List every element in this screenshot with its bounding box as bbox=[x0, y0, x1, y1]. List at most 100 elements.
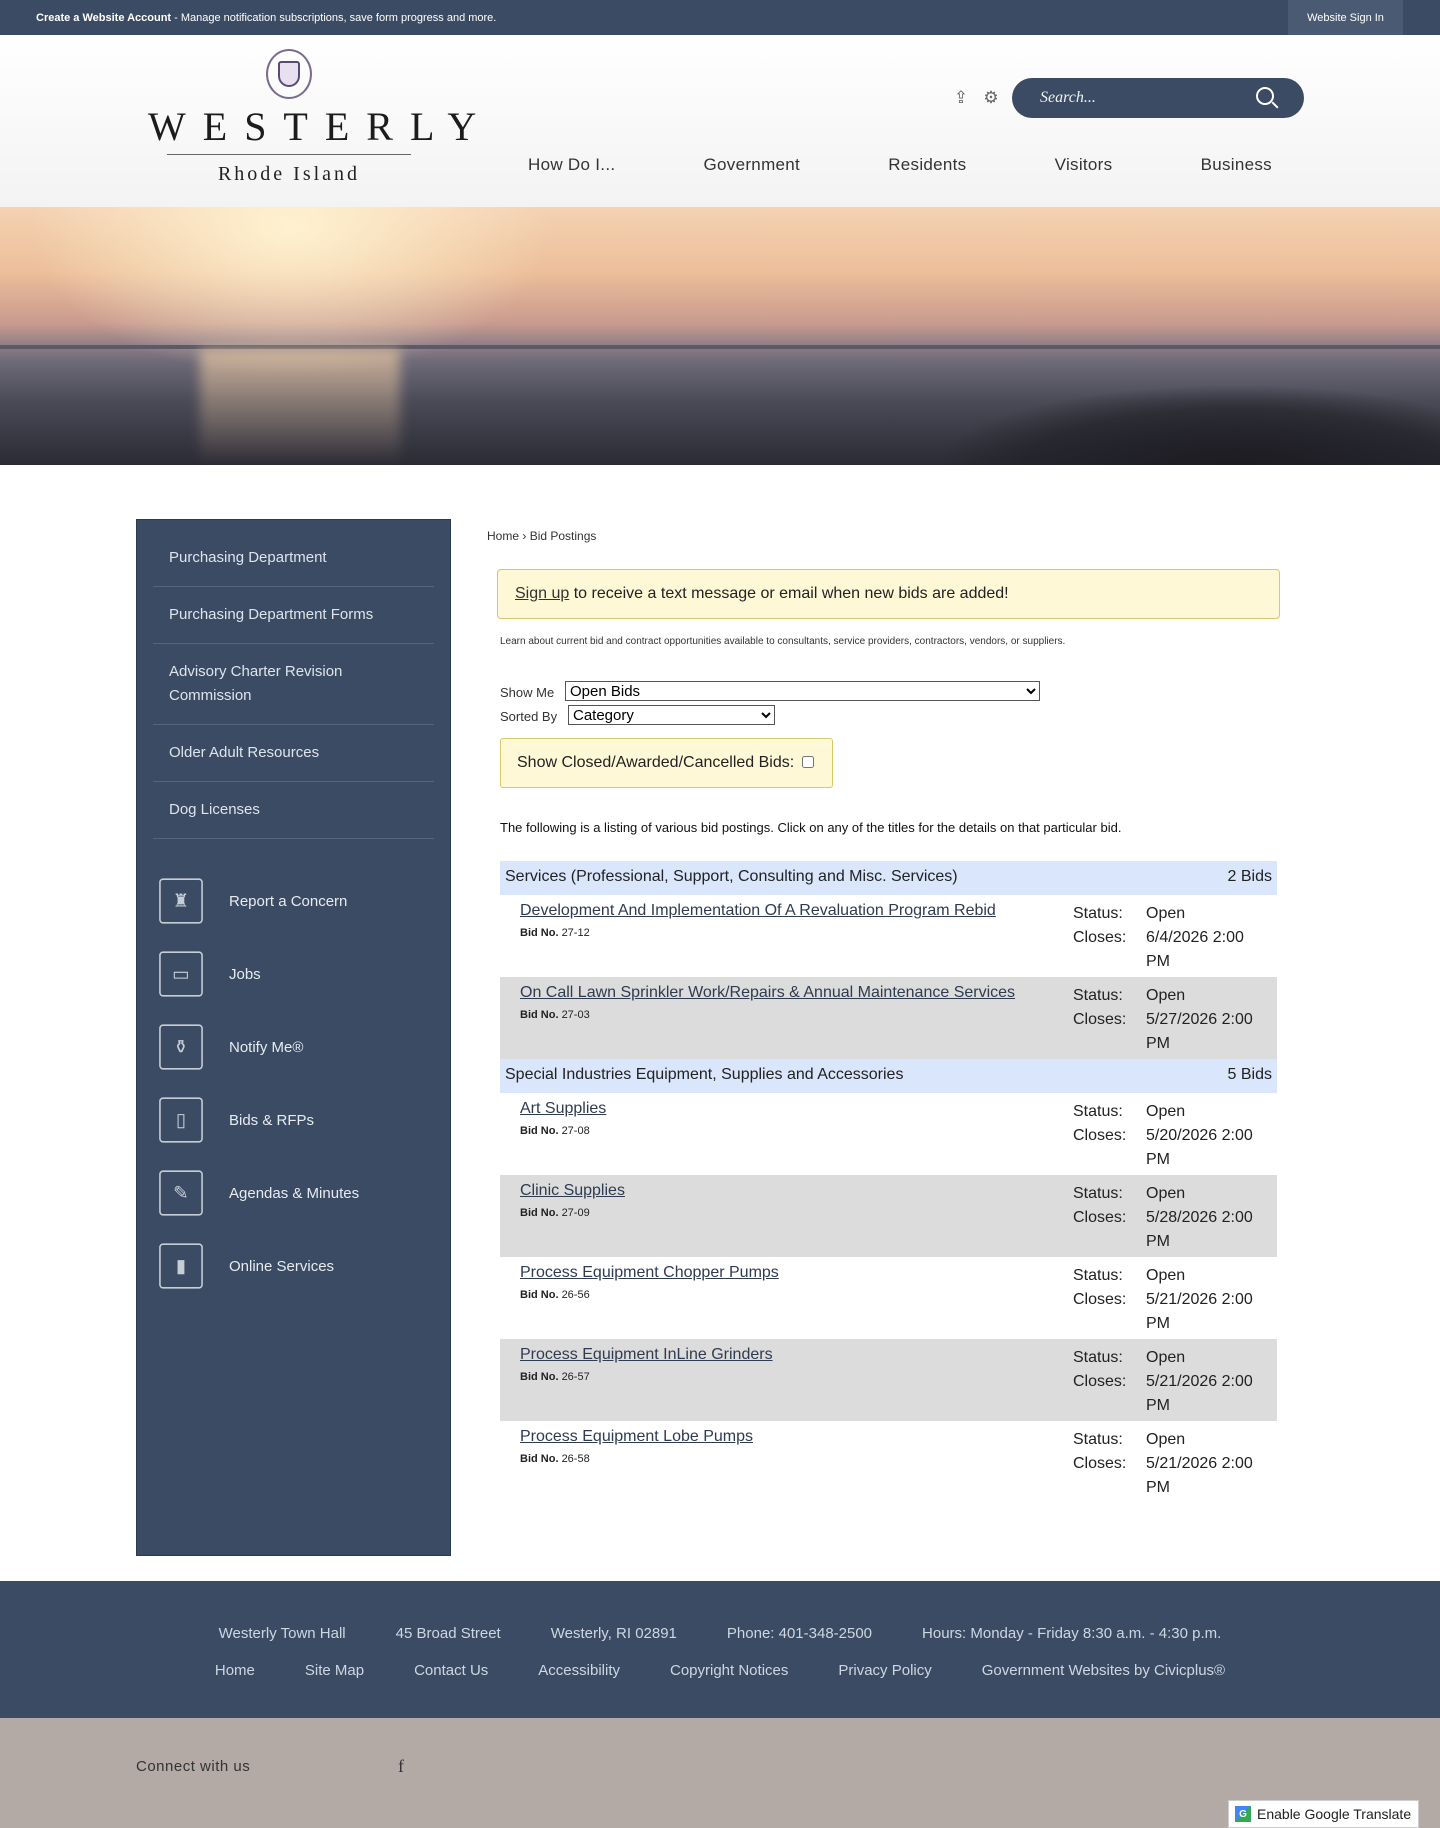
sidebar-item-dog-licenses[interactable]: Dog Licenses bbox=[153, 782, 434, 839]
share-icon[interactable]: ⇪ bbox=[951, 88, 971, 108]
bid-title-link[interactable]: Development And Implementation Of A Reva… bbox=[520, 902, 996, 920]
sidebar-item-purchasing-forms[interactable]: Purchasing Department Forms bbox=[153, 587, 434, 644]
breadcrumb-separator: › bbox=[519, 529, 530, 543]
quick-link-online-services[interactable]: ▮ Online Services bbox=[153, 1237, 434, 1295]
site-logo[interactable]: WESTERLY Rhode Island bbox=[134, 49, 494, 189]
nav-visitors[interactable]: Visitors bbox=[1037, 155, 1131, 175]
logo-subtitle: Rhode Island bbox=[217, 163, 361, 185]
search-input[interactable] bbox=[1040, 87, 1250, 109]
search-icon[interactable] bbox=[1256, 87, 1274, 105]
bid-status-values: Open 5/21/2026 2:00 PM bbox=[1146, 1349, 1253, 1414]
google-translate-icon: G bbox=[1235, 1806, 1251, 1822]
show-closed-box: Show Closed/Awarded/Cancelled Bids: bbox=[500, 738, 833, 788]
quick-link-jobs[interactable]: ▭ Jobs bbox=[153, 945, 434, 1003]
category-name: Special Industries Equipment, Supplies a… bbox=[505, 1066, 904, 1083]
signup-notice: Sign up to receive a text message or ema… bbox=[497, 569, 1280, 619]
footer-link-accessibility[interactable]: Accessibility bbox=[538, 1662, 620, 1679]
town-seal-icon bbox=[266, 49, 312, 99]
notice-text: to receive a text message or email when … bbox=[569, 585, 1009, 602]
quick-link-agendas-minutes[interactable]: ✎ Agendas & Minutes bbox=[153, 1164, 434, 1222]
bid-row: Process Equipment InLine Grinders Bid No… bbox=[500, 1339, 1277, 1421]
bid-number: Bid No. 26-58 bbox=[520, 1453, 590, 1465]
header: WESTERLY Rhode Island ⇪ ⚙ How Do I... Go… bbox=[0, 35, 1440, 207]
bid-title-link[interactable]: Clinic Supplies bbox=[520, 1182, 625, 1200]
nav-how-do-i[interactable]: How Do I... bbox=[510, 155, 633, 175]
footer-link-privacy[interactable]: Privacy Policy bbox=[838, 1662, 931, 1679]
intro-text: Learn about current bid and contract opp… bbox=[500, 636, 1066, 647]
quick-link-label: Online Services bbox=[229, 1257, 335, 1275]
footer-hours: Hours: Monday - Friday 8:30 a.m. - 4:30 … bbox=[922, 1625, 1222, 1642]
google-translate-button[interactable]: G Enable Google Translate bbox=[1228, 1800, 1419, 1828]
google-translate-label: Enable Google Translate bbox=[1257, 1806, 1412, 1822]
bid-status-values: Open 5/28/2026 2:00 PM bbox=[1146, 1185, 1253, 1250]
logo-title: WESTERLY bbox=[148, 104, 494, 149]
footer-town-hall: Westerly Town Hall bbox=[218, 1625, 346, 1642]
logo-divider bbox=[167, 154, 411, 155]
quick-link-bids-rfps[interactable]: ▯ Bids & RFPs bbox=[153, 1091, 434, 1149]
sidebar-item-purchasing-department[interactable]: Purchasing Department bbox=[153, 530, 434, 587]
bid-title-link[interactable]: Art Supplies bbox=[520, 1100, 606, 1118]
bid-number: Bid No. 27-03 bbox=[520, 1009, 590, 1021]
bid-row: On Call Lawn Sprinkler Work/Repairs & An… bbox=[500, 977, 1277, 1059]
bid-title-link[interactable]: On Call Lawn Sprinkler Work/Repairs & An… bbox=[520, 984, 1015, 1002]
bid-status-values: Open 5/20/2026 2:00 PM bbox=[1146, 1103, 1253, 1168]
category-count: 5 Bids bbox=[1227, 1066, 1272, 1083]
footer-city: Westerly, RI 02891 bbox=[550, 1625, 677, 1642]
sorted-by-label: Sorted By bbox=[500, 709, 558, 724]
bid-title-link[interactable]: Process Equipment Chopper Pumps bbox=[520, 1264, 779, 1282]
create-account-link[interactable]: Create a Website Account bbox=[36, 12, 171, 24]
sidebar-item-advisory-charter[interactable]: Advisory Charter Revision Commission bbox=[153, 644, 434, 725]
quick-link-label: Report a Concern bbox=[229, 892, 348, 910]
quick-link-report-concern[interactable]: ♜ Report a Concern bbox=[153, 872, 434, 930]
bid-status-labels: Status: Closes: bbox=[1073, 1431, 1127, 1472]
facebook-icon[interactable]: f bbox=[398, 1756, 404, 1777]
show-me-select[interactable]: Open Bids bbox=[565, 681, 1040, 701]
category-name: Services (Professional, Support, Consult… bbox=[505, 868, 958, 885]
bid-number: Bid No. 26-57 bbox=[520, 1371, 590, 1383]
breadcrumb-home[interactable]: Home bbox=[487, 529, 519, 543]
show-me-label: Show Me bbox=[500, 685, 555, 700]
category-header: Special Industries Equipment, Supplies a… bbox=[500, 1059, 1277, 1093]
nav-business[interactable]: Business bbox=[1183, 155, 1290, 175]
bid-status-labels: Status: Closes: bbox=[1073, 1103, 1127, 1144]
footer-link-contact-us[interactable]: Contact Us bbox=[414, 1662, 488, 1679]
bid-number: Bid No. 27-08 bbox=[520, 1125, 590, 1137]
footer-link-civicplus[interactable]: Government Websites by Civicplus® bbox=[982, 1662, 1225, 1679]
bid-status-values: Open 5/21/2026 2:00 PM bbox=[1146, 1267, 1253, 1332]
website-sign-in-button[interactable]: Website Sign In bbox=[1288, 0, 1403, 35]
bid-row: Process Equipment Lobe Pumps Bid No. 26-… bbox=[500, 1421, 1277, 1503]
sidebar: Purchasing Department Purchasing Departm… bbox=[136, 519, 451, 1556]
footer-link-site-map[interactable]: Site Map bbox=[305, 1662, 364, 1679]
bid-status-values: Open 5/21/2026 2:00 PM bbox=[1146, 1431, 1253, 1496]
bid-status-labels: Status: Closes: bbox=[1073, 1349, 1127, 1390]
phone-icon: ▮ bbox=[159, 1243, 203, 1289]
show-closed-label: Show Closed/Awarded/Cancelled Bids: bbox=[517, 754, 795, 771]
footer-phone[interactable]: Phone: 401-348-2500 bbox=[727, 1625, 872, 1642]
sign-up-link[interactable]: Sign up bbox=[515, 585, 569, 602]
bid-title-link[interactable]: Process Equipment Lobe Pumps bbox=[520, 1428, 753, 1446]
quick-link-notify-me[interactable]: ⚱ Notify Me® bbox=[153, 1018, 434, 1076]
gear-icon[interactable]: ⚙ bbox=[981, 88, 1001, 108]
quick-link-label: Bids & RFPs bbox=[229, 1111, 315, 1129]
top-bar: Create a Website Account - Manage notifi… bbox=[0, 0, 1440, 35]
bid-row: Clinic Supplies Bid No. 27-09 Status: Clo… bbox=[500, 1175, 1277, 1257]
bid-status-labels: Status: Closes: bbox=[1073, 1267, 1127, 1308]
lighthouse-icon: ♜ bbox=[159, 878, 203, 924]
footer-link-home[interactable]: Home bbox=[215, 1662, 255, 1679]
bid-row: Art Supplies Bid No. 27-08 Status: Closes… bbox=[500, 1093, 1277, 1175]
quick-link-label: Agendas & Minutes bbox=[229, 1184, 360, 1202]
bid-status-values: Open 6/4/2026 2:00 PM bbox=[1146, 905, 1244, 970]
nav-residents[interactable]: Residents bbox=[870, 155, 984, 175]
listing-description: The following is a listing of various bi… bbox=[500, 820, 1122, 835]
breadcrumb-current: Bid Postings bbox=[529, 529, 597, 543]
nav-government[interactable]: Government bbox=[686, 155, 819, 175]
footer-link-copyright[interactable]: Copyright Notices bbox=[670, 1662, 788, 1679]
sorted-by-select[interactable]: Category bbox=[568, 705, 775, 725]
sidebar-item-older-adult[interactable]: Older Adult Resources bbox=[153, 725, 434, 782]
footer-address: 45 Broad Street bbox=[395, 1625, 501, 1642]
scroll-icon: ▯ bbox=[159, 1097, 203, 1143]
bid-title-link[interactable]: Process Equipment InLine Grinders bbox=[520, 1346, 773, 1364]
bid-status-labels: Status: Closes: bbox=[1073, 905, 1127, 946]
show-closed-checkbox[interactable] bbox=[802, 756, 815, 768]
quick-link-label: Jobs bbox=[229, 965, 261, 983]
